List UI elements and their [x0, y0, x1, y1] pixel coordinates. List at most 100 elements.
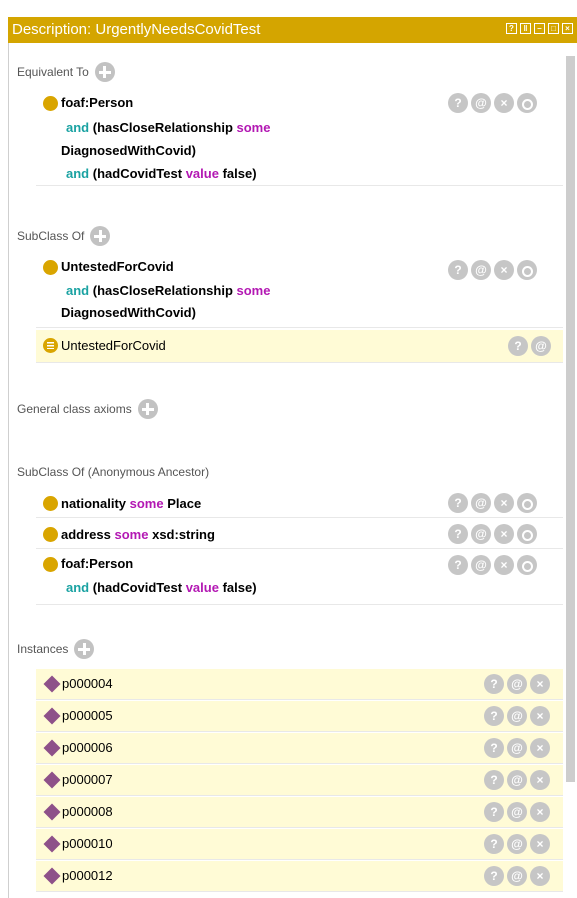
edit-button[interactable] — [517, 524, 537, 544]
delete-button[interactable]: × — [494, 493, 514, 513]
row-actions: ? @ × — [448, 524, 537, 544]
delete-button[interactable]: × — [530, 674, 550, 694]
help-window-icon[interactable]: ? — [506, 23, 517, 34]
annotate-button[interactable]: @ — [471, 93, 491, 113]
add-superclass-icon[interactable] — [90, 226, 111, 246]
annotate-button[interactable]: @ — [507, 866, 527, 886]
individual-icon — [43, 835, 61, 853]
delete-button[interactable]: × — [494, 524, 514, 544]
expr-line-1: UntestedForCovid — [61, 259, 174, 274]
explain-button[interactable]: ? — [484, 706, 504, 726]
edit-button[interactable] — [517, 93, 537, 113]
explain-button[interactable]: ? — [484, 834, 504, 854]
explain-button[interactable]: ? — [448, 260, 468, 280]
equivalent-to-label: Equivalent To — [17, 65, 89, 79]
individual-icon — [43, 867, 61, 885]
annotate-button[interactable]: @ — [471, 493, 491, 513]
annotate-button[interactable]: @ — [471, 524, 491, 544]
annotate-button[interactable]: @ — [507, 770, 527, 790]
instance-row[interactable]: p000010? @ × — [36, 829, 563, 860]
instance-name: p000006 — [62, 740, 113, 755]
annotate-button[interactable]: @ — [471, 555, 491, 575]
row-actions: ? @ × — [484, 770, 550, 790]
edit-button[interactable] — [517, 260, 537, 280]
equivalent-to-header: Equivalent To — [17, 62, 115, 82]
row-actions: ? @ × — [448, 93, 537, 113]
explain-button[interactable]: ? — [484, 738, 504, 758]
expr-line-2: and (hadCovidTest value false) — [66, 580, 257, 595]
instance-row[interactable]: p000005? @ × — [36, 701, 563, 732]
equivalent-class-row[interactable]: foaf:Person and (hasCloseRelationship so… — [36, 92, 563, 186]
ancestor-expression: address some xsd:string — [61, 527, 215, 542]
instances-label: Instances — [17, 642, 69, 656]
add-general-axiom-icon[interactable] — [137, 399, 158, 419]
delete-button[interactable]: × — [494, 555, 514, 575]
instance-row[interactable]: p000012? @ × — [36, 861, 563, 892]
instance-row[interactable]: p000004? @ × — [36, 669, 563, 700]
expr-line-4: and (hadCovidTest value false) — [66, 166, 257, 181]
delete-button[interactable]: × — [530, 738, 550, 758]
ancestor-row[interactable]: foaf:Person and (hadCovidTest value fals… — [36, 551, 563, 605]
ancestor-expression: nationality some Place — [61, 496, 202, 511]
individual-icon — [43, 739, 61, 757]
explain-button[interactable]: ? — [484, 866, 504, 886]
explain-button[interactable]: ? — [484, 770, 504, 790]
class-icon — [43, 496, 58, 511]
instance-name: p000010 — [62, 836, 113, 851]
maximize-icon[interactable]: □ — [548, 23, 559, 34]
instance-row[interactable]: p000007? @ × — [36, 765, 563, 796]
explain-button[interactable]: ? — [448, 493, 468, 513]
superclass-row[interactable]: UntestedForCovid and (hasCloseRelationsh… — [36, 258, 563, 328]
delete-button[interactable]: × — [494, 260, 514, 280]
subclass-of-header: SubClass Of — [17, 226, 111, 246]
individual-icon — [43, 771, 61, 789]
class-icon — [43, 260, 58, 275]
annotate-button[interactable]: @ — [507, 802, 527, 822]
vertical-scrollbar[interactable] — [566, 56, 575, 782]
expr-line-1: foaf:Person — [61, 556, 134, 571]
explain-button[interactable]: ? — [448, 93, 468, 113]
delete-button[interactable]: × — [530, 706, 550, 726]
delete-button[interactable]: × — [530, 770, 550, 790]
delete-button[interactable]: × — [530, 802, 550, 822]
edit-button[interactable] — [517, 555, 537, 575]
close-icon[interactable]: × — [562, 23, 573, 34]
annotate-button[interactable]: @ — [507, 834, 527, 854]
title-bar: Description: UrgentlyNeedsCovidTest ? ‖ … — [8, 17, 577, 43]
explain-button[interactable]: ? — [448, 555, 468, 575]
add-equivalent-icon[interactable] — [94, 62, 115, 82]
row-actions: ? @ × — [448, 555, 537, 575]
row-actions: ? @ × — [484, 738, 550, 758]
row-actions: ? @ × — [484, 802, 550, 822]
instance-name: p000008 — [62, 804, 113, 819]
individual-icon — [43, 803, 61, 821]
instance-row[interactable]: p000006? @ × — [36, 733, 563, 764]
annotate-button[interactable]: @ — [507, 674, 527, 694]
instance-row[interactable]: p000008? @ × — [36, 797, 563, 828]
edit-button[interactable] — [517, 493, 537, 513]
row-actions: ? @ × — [484, 706, 550, 726]
split-icon[interactable]: ‖ — [520, 23, 531, 34]
instance-name: p000005 — [62, 708, 113, 723]
inferred-superclass-row[interactable]: UntestedForCovid ? @ — [36, 330, 563, 363]
equivalent-class-icon — [43, 338, 58, 353]
minimize-icon[interactable]: – — [534, 23, 545, 34]
explain-button[interactable]: ? — [448, 524, 468, 544]
explain-button[interactable]: ? — [484, 802, 504, 822]
annotate-button[interactable]: @ — [507, 738, 527, 758]
ancestor-row[interactable]: address some xsd:string ? @ × — [36, 520, 563, 549]
delete-button[interactable]: × — [530, 834, 550, 854]
instance-name: p000004 — [62, 676, 113, 691]
row-actions: ? @ × — [484, 866, 550, 886]
add-instance-icon[interactable] — [74, 639, 95, 659]
delete-button[interactable]: × — [494, 93, 514, 113]
expr-line-3: DiagnosedWithCovid) — [61, 305, 196, 320]
annotate-button[interactable]: @ — [507, 706, 527, 726]
instance-name: p000007 — [62, 772, 113, 787]
annotate-button[interactable]: @ — [471, 260, 491, 280]
delete-button[interactable]: × — [530, 866, 550, 886]
annotate-button[interactable]: @ — [531, 336, 551, 356]
explain-button[interactable]: ? — [508, 336, 528, 356]
explain-button[interactable]: ? — [484, 674, 504, 694]
ancestor-row[interactable]: nationality some Place ? @ × — [36, 489, 563, 518]
